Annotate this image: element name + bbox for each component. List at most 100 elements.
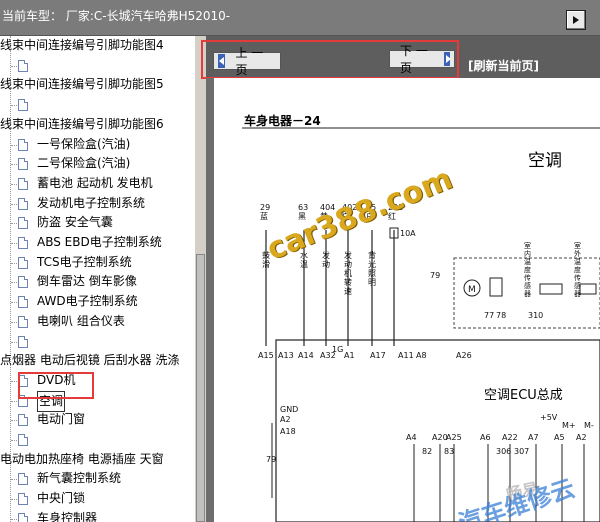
tree-item-label: 二号保险盒(汽油): [37, 156, 131, 171]
misc-label: M+: [562, 421, 576, 430]
misc-label: 307: [514, 447, 529, 456]
tree-item-label: 点烟器 电动后视镜 后刮水器 洗涤: [0, 353, 180, 368]
wire-desc-label: 机: [344, 268, 352, 278]
document-icon: [18, 374, 28, 387]
tree-leaf-item[interactable]: [0, 430, 195, 449]
document-icon: [18, 237, 28, 249]
document-icon: [18, 59, 28, 72]
pin-label-bottom: A7: [528, 433, 539, 442]
fuse-label: 10A: [400, 229, 416, 238]
play-icon: [573, 16, 579, 24]
tree-folder-item[interactable]: 线束中间连接编号引脚功能图5: [0, 75, 164, 94]
tree-folder-item[interactable]: 线束中间连接编号引脚功能图4: [0, 36, 164, 55]
document-viewer: 车身电器－24 空调 29 蓝鼓滑 63 黑水温 404 黄发动 402 白发动机转速 45 白背…: [206, 78, 600, 522]
wire-code-label: 63: [298, 203, 308, 212]
document-icon: [18, 256, 28, 269]
pin-label-bottom: A22: [502, 433, 518, 442]
tree-folder-item[interactable]: 线束中间连接编号引脚功能图6: [0, 115, 164, 134]
tree-item-label: 蓄电池 起动机 发电机: [37, 175, 153, 190]
sensor-label: 温: [524, 257, 531, 266]
document-icon: [18, 335, 28, 348]
tree-leaf-item[interactable]: [0, 56, 195, 75]
pin-label-bottom: A5: [554, 433, 565, 442]
tree-leaf-item[interactable]: 倒车雷达 倒车影像: [0, 272, 195, 291]
tree-item-label: 发动机电子控制系统: [37, 195, 146, 210]
prev-page-button[interactable]: 上 一 页: [213, 46, 281, 77]
catalog-tree: 线束中间连接编号引脚功能图4 线束中间连接编号引脚功能图5 线束中间连接编号引脚功能…: [0, 36, 195, 522]
wiring-diagram: 29蓝鼓滑63黑水温404黄发动402白发动机转速45白背光照明298红10AA…: [242, 127, 600, 522]
misc-label: 79: [266, 455, 276, 464]
tree-leaf-item[interactable]: 空调: [0, 390, 195, 412]
tree-leaf-item[interactable]: 蓄电池 起动机 发电机: [0, 174, 195, 193]
document-icon: [18, 99, 28, 112]
tree-item-label: 车身控制器: [37, 510, 98, 522]
sensor-label: 外: [574, 249, 581, 258]
pin-label-top: A11: [398, 351, 414, 360]
tree-leaf-item[interactable]: 二号保险盒(汽油): [0, 154, 195, 173]
sensor-label: 室: [574, 241, 581, 250]
page-nav-bar: 上 一 页 下 一 页 [刷新当前页]: [206, 36, 600, 78]
misc-label: 77: [484, 311, 494, 320]
misc-label: 83: [444, 447, 454, 456]
tree-leaf-item[interactable]: ABS EBD电子控制系统: [0, 233, 195, 252]
tree-item-label: 中央门锁: [37, 491, 86, 506]
pin-label-top: A26: [456, 351, 472, 360]
tree-item-label: 电动门窗: [37, 412, 86, 427]
tree-leaf-item[interactable]: 防盗 安全气囊: [0, 213, 195, 232]
wire-desc-label: 发: [322, 250, 330, 260]
vehicle-info: 当前车型： 厂家:C-长城汽车哈弗H52010-: [2, 7, 230, 24]
wire-desc-label: 动: [322, 259, 330, 269]
tree-leaf-item[interactable]: 发动机电子控制系统: [0, 194, 195, 213]
tree-item-label: 线束中间连接编号引脚功能图5: [0, 77, 164, 92]
tree-leaf-item[interactable]: [0, 95, 195, 114]
misc-label: 79: [430, 271, 440, 280]
tree-leaf-item[interactable]: [0, 332, 195, 351]
next-page-button[interactable]: 下 一 页: [389, 44, 455, 75]
document-icon: [18, 276, 28, 289]
tree-leaf-item[interactable]: 电动门窗: [0, 410, 195, 429]
toggle-panel-button[interactable]: [566, 10, 586, 30]
arrow-left-icon: [218, 54, 226, 68]
relay-symbol: [489, 277, 503, 297]
sensor-label: 感: [524, 281, 531, 290]
tree-leaf-item[interactable]: DVD机: [0, 371, 195, 390]
tree-item-label: 空调: [37, 390, 66, 412]
pin-label-top: A1: [344, 351, 355, 360]
tree-item-label: ABS EBD电子控制系统: [37, 235, 162, 249]
sensor-label: 传: [574, 273, 581, 282]
sensor-resistor: [539, 283, 563, 295]
sensor-label: 内: [524, 249, 531, 258]
tree-leaf-item[interactable]: 一号保险盒(汽油): [0, 135, 195, 154]
misc-label: 1G: [332, 345, 343, 354]
tree-leaf-item[interactable]: 中央门锁: [0, 489, 195, 508]
wire-desc-label: 滑: [262, 259, 270, 269]
scrollbar-thumb[interactable]: [196, 254, 205, 522]
arrow-right-icon: [443, 52, 450, 66]
tree-folder-item[interactable]: 电动电加热座椅 电源插座 天窗: [0, 450, 164, 469]
tree-leaf-item[interactable]: AWD电子控制系统: [0, 292, 195, 311]
wiring-diagram-page: 车身电器－24 空调 29 蓝鼓滑 63 黑水温 404 黄发动 402 白发动机转速 45 白背…: [214, 78, 600, 522]
tree-item-label: 线束中间连接编号引脚功能图6: [0, 116, 164, 131]
document-icon: [18, 473, 28, 486]
tree-scrollbar[interactable]: [195, 36, 206, 522]
refresh-page-link[interactable]: [刷新当前页]: [468, 57, 539, 74]
tree-leaf-item[interactable]: 新气囊控制系统: [0, 469, 195, 488]
tree-item-label: 倒车雷达 倒车影像: [37, 274, 137, 289]
tree-folder-item[interactable]: 点烟器 电动后视镜 后刮水器 洗涤: [0, 351, 179, 370]
pin-label-bottom: A2: [576, 433, 587, 442]
pin-label-top: A17: [370, 351, 386, 360]
sensor-resistor: [579, 283, 597, 295]
pin-label-top: A15: [258, 351, 274, 360]
misc-label: 310: [528, 311, 543, 320]
wire-desc-label: 温: [300, 260, 308, 269]
pin-label-bottom: A4: [406, 433, 417, 442]
tree-leaf-item[interactable]: TCS电子控制系统: [0, 253, 195, 272]
document-icon: [18, 394, 28, 407]
side-pin-label: GND: [280, 405, 298, 414]
tree-item-label: 新气囊控制系统: [37, 471, 122, 486]
tree-leaf-item[interactable]: 车身控制器: [0, 509, 195, 522]
tree-leaf-item[interactable]: 电喇叭 组合仪表: [0, 312, 195, 331]
wire-desc-label: 速: [344, 287, 352, 296]
wire-desc-label: 转: [344, 277, 352, 287]
misc-label: 306: [496, 447, 511, 456]
